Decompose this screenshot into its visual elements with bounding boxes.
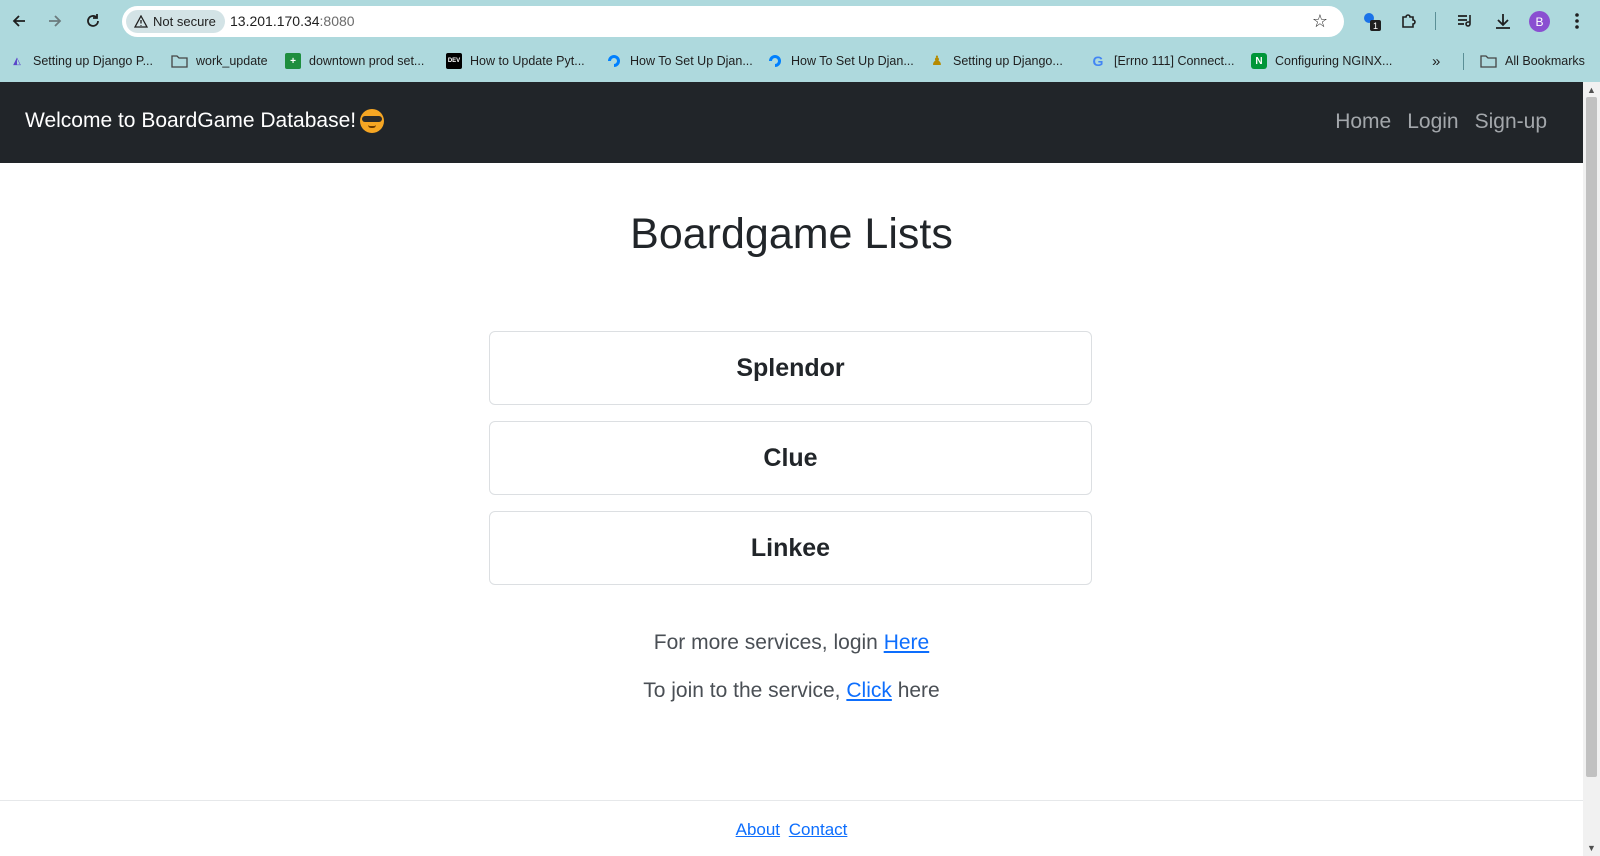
security-label: Not secure [153, 14, 216, 29]
arrow-right-icon [49, 15, 62, 27]
address-bar[interactable]: Not secure 13.201.170.34:8080 ☆ [122, 6, 1344, 37]
folder-icon [171, 55, 188, 68]
login-prompt: For more services, login Here [0, 631, 1583, 655]
bookmarks-bar: ◭ Setting up Django P... work_update + d… [0, 48, 1600, 74]
scroll-down-arrow-icon[interactable]: ▼ [1587, 843, 1596, 853]
bookmark-item[interactable]: DEV How to Update Pyt... [446, 48, 585, 74]
bookmark-label: Configuring NGINX... [1275, 54, 1393, 68]
dev-icon: DEV [446, 53, 462, 69]
join-prompt-suffix: here [891, 679, 940, 702]
extension-badge-icon: 1 [1364, 13, 1381, 31]
nav-link-signup[interactable]: Sign-up [1475, 110, 1547, 134]
bookmark-item[interactable]: ◭ Setting up Django P... [9, 48, 153, 74]
nginx-icon: N [1251, 53, 1267, 69]
digitalocean-icon [769, 55, 781, 67]
bookmark-folder[interactable]: work_update [171, 48, 268, 74]
scrollbar-thumb[interactable] [1586, 97, 1597, 777]
site-info-chip[interactable]: Not secure [126, 10, 225, 33]
footer-contact-link[interactable]: Contact [789, 820, 848, 839]
arrow-left-icon [12, 15, 25, 27]
bookmark-label: How To Set Up Djan... [630, 54, 753, 68]
puzzle-icon [1402, 14, 1416, 28]
bookmark-label: Setting up Django... [953, 54, 1063, 68]
bookmark-label: How To Set Up Djan... [791, 54, 914, 68]
join-prompt: To join to the service, Click here [0, 679, 1583, 703]
reload-button[interactable] [81, 9, 105, 33]
all-bookmarks-label: All Bookmarks [1505, 54, 1585, 68]
python-icon: ♟ [931, 53, 943, 68]
browser-chrome: Not secure 13.201.170.34:8080 ☆ 1 B ◭ Se… [0, 0, 1600, 82]
footer-divider [0, 800, 1583, 801]
bookmark-label: downtown prod set... [309, 54, 425, 68]
download-icon [1496, 14, 1510, 29]
downloads-button[interactable] [1491, 9, 1515, 33]
url-port: :8080 [319, 13, 355, 29]
extension-badge-count: 1 [1373, 21, 1378, 31]
browser-toolbar: Not secure 13.201.170.34:8080 ☆ 1 B [0, 0, 1600, 42]
signup-click-link[interactable]: Click [846, 679, 892, 702]
bookmark-label: [Errno 111] Connect... [1114, 54, 1235, 68]
game-card-linkee[interactable]: Linkee [489, 511, 1092, 585]
google-icon: G [1092, 53, 1104, 69]
bookmark-label: work_update [196, 54, 268, 68]
login-here-link[interactable]: Here [884, 631, 930, 654]
bookmark-item[interactable]: G [Errno 111] Connect... [1090, 48, 1235, 74]
nav-link-home[interactable]: Home [1335, 110, 1391, 134]
all-bookmarks-button[interactable]: All Bookmarks [1480, 48, 1585, 74]
bookmark-item[interactable]: How To Set Up Djan... [767, 48, 914, 74]
back-button[interactable] [7, 9, 31, 33]
page-viewport: Welcome to BoardGame Database! Home Logi… [0, 82, 1583, 856]
queue-music-icon [1458, 15, 1471, 27]
toolbar-divider [1435, 12, 1436, 30]
url-host: 13.201.170.34 [230, 13, 320, 29]
page-scrollbar[interactable]: ▲ ▼ [1583, 82, 1600, 856]
url-text[interactable]: 13.201.170.34:8080 [230, 13, 355, 29]
bookmark-favicon-icon: ◭ [13, 55, 21, 67]
game-card-clue[interactable]: Clue [489, 421, 1092, 495]
extension-notification-button[interactable]: 1 [1360, 9, 1384, 33]
chevron-double-right-icon: » [1432, 52, 1441, 70]
sunglasses-emoji-icon [360, 109, 385, 133]
site-footer: About Contact [0, 820, 1583, 840]
game-card-splendor[interactable]: Splendor [489, 331, 1092, 405]
bookmark-item[interactable]: How To Set Up Djan... [606, 48, 753, 74]
warning-icon [134, 15, 148, 28]
forward-button[interactable] [43, 9, 67, 33]
bookmarks-divider [1463, 53, 1464, 70]
folder-icon [1480, 55, 1497, 68]
more-bookmarks-button[interactable]: » [1432, 48, 1440, 74]
footer-about-link[interactable]: About [736, 820, 780, 839]
extensions-button[interactable] [1397, 9, 1421, 33]
bookmark-label: How to Update Pyt... [470, 54, 585, 68]
page-title: Boardgame Lists [630, 210, 953, 258]
nav-links: Home Login Sign-up [1335, 110, 1547, 134]
bookmark-star-icon[interactable]: ☆ [1312, 11, 1328, 32]
bookmark-item[interactable]: N Configuring NGINX... [1251, 48, 1392, 74]
bookmark-label: Setting up Django P... [33, 54, 153, 68]
digitalocean-icon [608, 55, 620, 67]
brand-text: Welcome to BoardGame Database! [25, 109, 357, 132]
profile-avatar[interactable]: B [1529, 11, 1550, 32]
reload-icon [87, 14, 99, 27]
site-navbar: Welcome to BoardGame Database! Home Logi… [0, 82, 1583, 163]
login-prompt-text: For more services, login [653, 631, 884, 654]
nav-link-login[interactable]: Login [1407, 110, 1458, 134]
site-brand[interactable]: Welcome to BoardGame Database! [25, 109, 385, 133]
browser-menu-button[interactable] [1565, 9, 1589, 33]
bookmark-item[interactable]: + downtown prod set... [285, 48, 424, 74]
media-controls-button[interactable] [1453, 9, 1477, 33]
sheets-icon: + [285, 53, 301, 69]
bookmark-item[interactable]: ♟ Setting up Django... [929, 48, 1063, 74]
scroll-up-arrow-icon[interactable]: ▲ [1587, 85, 1596, 95]
join-prompt-text: To join to the service, [643, 679, 847, 702]
more-vert-icon [1575, 13, 1579, 29]
